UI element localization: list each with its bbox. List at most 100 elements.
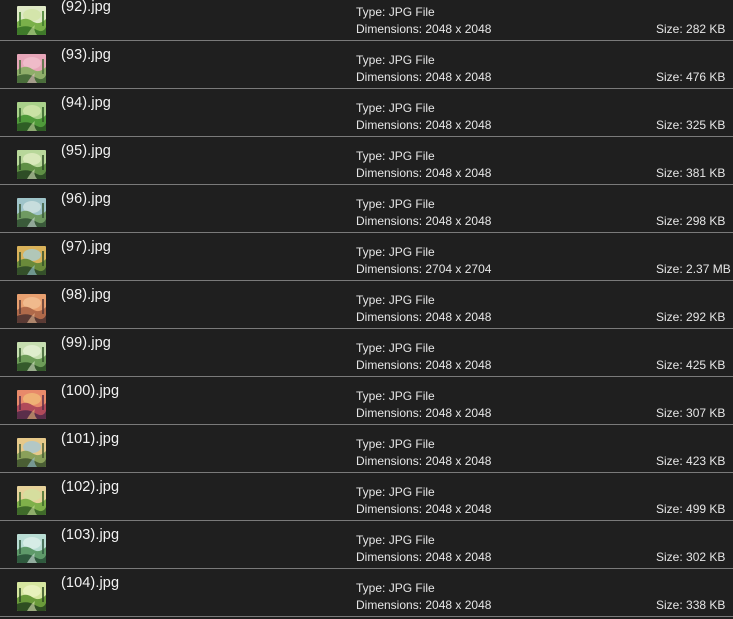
file-row[interactable]: (103).jpg Type: JPG File Dimensions: 2048 … [0,521,733,569]
file-type: Type: JPG File [356,341,435,355]
dimensions-label: Dimensions: [356,502,423,516]
size-label: Size: [656,454,683,468]
file-dimensions: Dimensions: 2048 x 2048 [356,310,491,324]
size-label: Size: [656,598,683,612]
image-thumbnail[interactable] [17,294,46,323]
dimensions-value: 2048 x 2048 [425,550,492,564]
size-value: 302 KB [686,550,726,564]
file-name[interactable]: (97).jpg [61,239,111,255]
file-name[interactable]: (98).jpg [61,287,111,303]
dimensions-label: Dimensions: [356,262,423,276]
dimensions-value: 2048 x 2048 [425,454,492,468]
file-type: Type: JPG File [356,389,435,403]
dimensions-label: Dimensions: [356,358,423,372]
size-value: 325 KB [686,118,726,132]
image-thumbnail[interactable] [17,582,46,611]
file-row[interactable]: (102).jpg Type: JPG File Dimensions: 2048 … [0,473,733,521]
file-name[interactable]: (93).jpg [61,47,111,63]
dimensions-value: 2048 x 2048 [425,118,492,132]
file-size: Size: 298 KB [656,214,725,228]
image-thumbnail[interactable] [17,486,46,515]
file-size: Size: 476 KB [656,70,725,84]
file-row[interactable]: (93).jpg Type: JPG File Dimensions: 2048 x… [0,41,733,89]
size-value: 307 KB [686,406,726,420]
file-dimensions: Dimensions: 2048 x 2048 [356,166,491,180]
type-value: JPG File [388,485,435,499]
size-value: 298 KB [686,214,726,228]
type-value: JPG File [388,293,435,307]
file-row[interactable]: (104).jpg Type: JPG File Dimensions: 2048 … [0,569,733,617]
file-name[interactable]: (95).jpg [61,143,111,159]
file-name[interactable]: (96).jpg [61,191,111,207]
file-size: Size: 425 KB [656,358,725,372]
file-name[interactable]: (100).jpg [61,383,119,399]
file-row[interactable]: (95).jpg Type: JPG File Dimensions: 2048 x… [0,137,733,185]
file-size: Size: 423 KB [656,454,725,468]
dimensions-label: Dimensions: [356,22,423,36]
file-type: Type: JPG File [356,5,435,19]
file-name[interactable]: (99).jpg [61,335,111,351]
type-label: Type: [356,485,386,499]
size-value: 425 KB [686,358,726,372]
file-type: Type: JPG File [356,245,435,259]
image-thumbnail[interactable] [17,198,46,227]
image-thumbnail[interactable] [17,6,46,35]
file-type: Type: JPG File [356,293,435,307]
file-dimensions: Dimensions: 2048 x 2048 [356,22,491,36]
image-thumbnail[interactable] [17,390,46,419]
file-dimensions: Dimensions: 2048 x 2048 [356,358,491,372]
file-size: Size: 325 KB [656,118,725,132]
file-row[interactable]: (96).jpg Type: JPG File Dimensions: 2048 x… [0,185,733,233]
file-row[interactable]: (94).jpg Type: JPG File Dimensions: 2048 x… [0,89,733,137]
image-thumbnail[interactable] [17,438,46,467]
type-value: JPG File [388,149,435,163]
file-name[interactable]: (101).jpg [61,431,119,447]
type-label: Type: [356,245,386,259]
image-thumbnail[interactable] [17,342,46,371]
dimensions-value: 2048 x 2048 [425,70,492,84]
type-value: JPG File [388,533,435,547]
type-label: Type: [356,53,386,67]
file-dimensions: Dimensions: 2048 x 2048 [356,406,491,420]
type-label: Type: [356,5,386,19]
size-label: Size: [656,22,683,36]
file-row[interactable]: (101).jpg Type: JPG File Dimensions: 2048 … [0,425,733,473]
file-size: Size: 499 KB [656,502,725,516]
file-name[interactable]: (94).jpg [61,95,111,111]
dimensions-label: Dimensions: [356,70,423,84]
size-label: Size: [656,406,683,420]
file-dimensions: Dimensions: 2048 x 2048 [356,454,491,468]
dimensions-value: 2048 x 2048 [425,214,492,228]
type-label: Type: [356,341,386,355]
file-dimensions: Dimensions: 2048 x 2048 [356,70,491,84]
dimensions-value: 2048 x 2048 [425,598,492,612]
type-value: JPG File [388,341,435,355]
image-thumbnail[interactable] [17,246,46,275]
file-row[interactable]: (97).jpg Type: JPG File Dimensions: 2704 x… [0,233,733,281]
file-name[interactable]: (92).jpg [61,0,111,15]
image-thumbnail[interactable] [17,534,46,563]
image-thumbnail[interactable] [17,150,46,179]
dimensions-value: 2704 x 2704 [425,262,492,276]
image-thumbnail[interactable] [17,54,46,83]
image-thumbnail[interactable] [17,102,46,131]
size-value: 476 KB [686,70,726,84]
dimensions-value: 2048 x 2048 [425,358,492,372]
size-label: Size: [656,214,683,228]
size-label: Size: [656,310,683,324]
file-name[interactable]: (102).jpg [61,479,119,495]
file-name[interactable]: (103).jpg [61,527,119,543]
file-row[interactable]: (100).jpg Type: JPG File Dimensions: 2048 … [0,377,733,425]
file-row[interactable]: (92).jpg Type: JPG File Dimensions: 2048 x… [0,0,733,41]
file-row[interactable]: (99).jpg Type: JPG File Dimensions: 2048 x… [0,329,733,377]
type-label: Type: [356,437,386,451]
type-value: JPG File [388,437,435,451]
type-label: Type: [356,533,386,547]
file-size: Size: 2.37 MB [656,262,731,276]
dimensions-value: 2048 x 2048 [425,406,492,420]
file-dimensions: Dimensions: 2048 x 2048 [356,598,491,612]
dimensions-label: Dimensions: [356,214,423,228]
file-row[interactable]: (98).jpg Type: JPG File Dimensions: 2048 x… [0,281,733,329]
file-dimensions: Dimensions: 2048 x 2048 [356,118,491,132]
file-name[interactable]: (104).jpg [61,575,119,591]
